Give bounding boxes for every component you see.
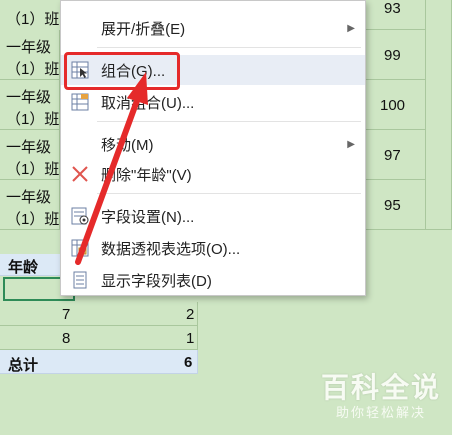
row-label: （1）班 bbox=[6, 211, 60, 228]
age-value: 7 bbox=[62, 306, 71, 323]
pivot-cell[interactable] bbox=[0, 302, 198, 326]
menu-item-label: 显示字段列表(D) bbox=[101, 272, 212, 290]
score-value: 93 bbox=[384, 0, 401, 17]
menu-item-label: 取消组合(U)... bbox=[101, 94, 195, 112]
row-label: （1）班 bbox=[6, 11, 60, 28]
menu-item-expand[interactable]: 展开/折叠(E) ▶ bbox=[61, 13, 365, 43]
submenu-arrow-icon: ▶ bbox=[347, 22, 355, 34]
field-settings-icon bbox=[71, 207, 89, 225]
age-count: 1 bbox=[186, 330, 195, 347]
menu-item-ungroup[interactable]: 取消组合(U)... bbox=[61, 87, 365, 117]
menu-item-label: 展开/折叠(E) bbox=[101, 20, 186, 38]
submenu-arrow-icon: ▶ bbox=[347, 138, 355, 150]
menu-item-move[interactable]: 移动(M) ▶ bbox=[61, 129, 365, 159]
watermark-logo: 百科全说 助你轻松解决 bbox=[318, 372, 444, 428]
menu-item-field-settings[interactable]: 字段设置(N)... bbox=[61, 201, 365, 231]
row-label: 一年级 bbox=[6, 189, 52, 206]
menu-item-delete[interactable]: 删除"年龄"(V) bbox=[61, 159, 365, 189]
score-value: 100 bbox=[380, 97, 406, 114]
menu-item-label: 删除"年龄"(V) bbox=[101, 166, 192, 184]
row-label: （1）班 bbox=[6, 61, 60, 78]
highlight-box bbox=[64, 52, 180, 90]
score-value: 97 bbox=[384, 147, 401, 164]
field-list-icon bbox=[73, 271, 87, 289]
menu-separator bbox=[97, 47, 361, 48]
pivot-options-icon bbox=[71, 239, 89, 257]
row-label: （1）班 bbox=[6, 161, 60, 178]
row-label: 一年级 bbox=[6, 139, 52, 156]
pivot-cell[interactable] bbox=[0, 326, 198, 350]
row-label: 一年级 bbox=[6, 89, 52, 106]
row-label: （1）班 bbox=[6, 111, 60, 128]
age-header-label: 年龄 bbox=[8, 259, 39, 276]
menu-item-pivot-options[interactable]: 数据透视表选项(O)... bbox=[61, 233, 365, 263]
score-value: 99 bbox=[384, 47, 401, 64]
context-menu: 展开/折叠(E) ▶ 组合(G)... 取消组合(U)... 移动(M) ▶ 删… bbox=[60, 0, 366, 296]
grid-cell[interactable] bbox=[426, 0, 452, 230]
age-value: 8 bbox=[62, 330, 71, 347]
ungroup-icon bbox=[71, 93, 89, 111]
delete-x-icon bbox=[72, 166, 88, 182]
menu-item-label: 字段设置(N)... bbox=[101, 208, 195, 226]
watermark-subtitle: 助你轻松解决 bbox=[335, 405, 426, 420]
age-count: 2 bbox=[186, 306, 195, 323]
menu-separator bbox=[97, 121, 361, 122]
total-label: 总计 bbox=[8, 357, 39, 374]
watermark-title: 百科全说 bbox=[320, 372, 441, 403]
menu-item-show-field-list[interactable]: 显示字段列表(D) bbox=[61, 265, 365, 295]
score-value: 95 bbox=[384, 197, 401, 214]
menu-item-label: 移动(M) bbox=[101, 136, 154, 154]
row-label: 一年级 bbox=[6, 39, 52, 56]
menu-separator bbox=[97, 193, 361, 194]
total-value: 6 bbox=[184, 354, 193, 371]
menu-item-label: 数据透视表选项(O)... bbox=[101, 240, 241, 258]
